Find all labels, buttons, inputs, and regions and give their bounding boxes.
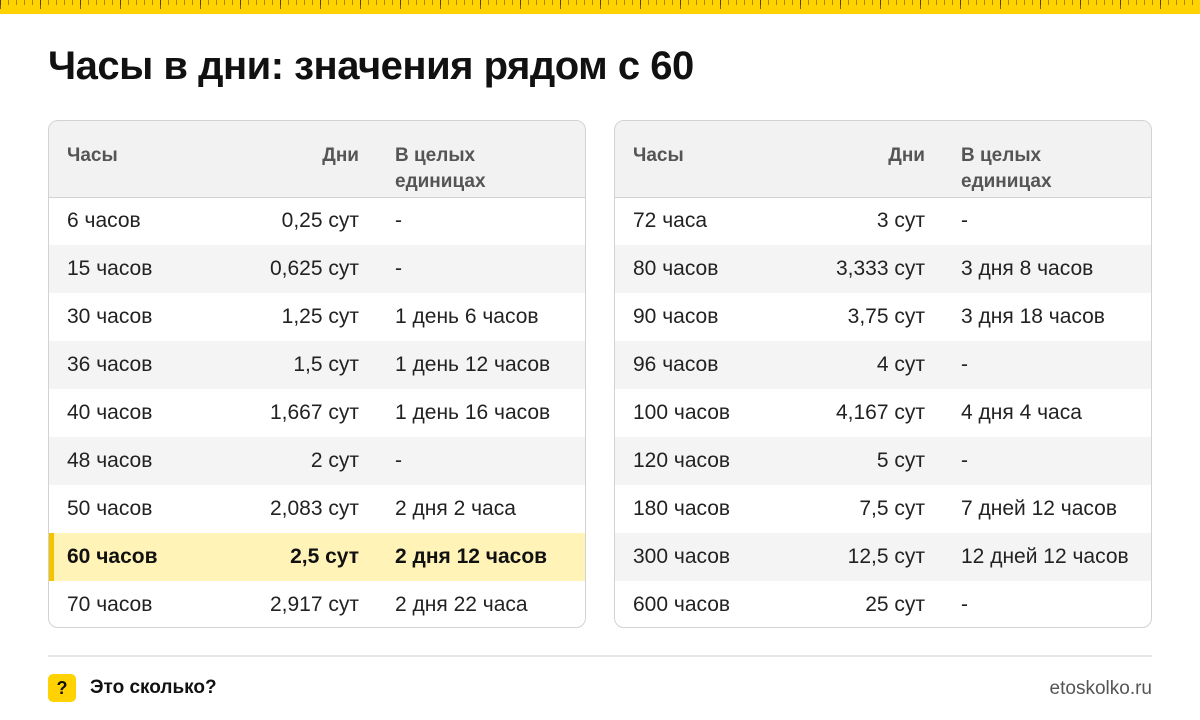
cell-hours: 60 часов [49, 533, 229, 581]
table-row: 100 часов 4,167 сут 4 дня 4 часа [615, 389, 1151, 437]
column-header-whole-units: В целых единицах [359, 121, 585, 198]
cell-hours: 72 часа [633, 209, 707, 233]
cell-days: 4 сут [876, 353, 925, 376]
cell-hours: 600 часов [633, 593, 731, 616]
cell-whole: 2 дня 2 часа [395, 497, 516, 520]
table-row: 70 часов 2,917 сут 2 дня 22 часа [49, 581, 585, 627]
cell-whole: - [395, 209, 402, 233]
cell-whole: 1 день 6 часов [395, 305, 539, 328]
table-row: 50 часов 2,083 сут 2 дня 2 часа [49, 485, 585, 533]
cell-days: 1,667 сут [269, 401, 359, 424]
cell-days: 1,25 сут [281, 305, 359, 328]
column-header-whole-line1: В целых [395, 145, 476, 166]
cell-days: 2,917 сут [269, 593, 359, 616]
cell-whole: 3 дня 8 часов [961, 257, 1094, 280]
table-row: 36 часов 1,5 сут 1 день 12 часов [49, 341, 585, 389]
column-header-days: Дни [229, 121, 359, 198]
cell-hours: 90 часов [633, 305, 719, 328]
cell-hours: 15 часов [67, 257, 153, 280]
cell-whole: - [961, 209, 968, 233]
site-url: etoskolko.ru [1049, 678, 1152, 699]
question-mark-icon: ? [48, 674, 76, 702]
table-row: 30 часов 1,25 сут 1 день 6 часов [49, 293, 585, 341]
cell-whole: 4 дня 4 часа [961, 401, 1082, 424]
page-title: Часы в дни: значения рядом с 60 [48, 44, 694, 88]
table-row: 600 часов 25 сут - [615, 581, 1151, 627]
column-header-hours: Часы [615, 121, 795, 198]
column-header-whole-line2: единицах [395, 171, 486, 192]
cell-hours: 50 часов [67, 497, 153, 520]
cell-hours: 48 часов [67, 449, 153, 472]
column-header-days: Дни [795, 121, 925, 198]
footer-divider [48, 655, 1152, 657]
cell-hours: 300 часов [633, 545, 731, 568]
table-row-highlighted: 60 часов 2,5 сут 2 дня 12 часов [49, 533, 585, 581]
cell-whole: 1 день 16 часов [395, 401, 551, 424]
cell-whole: 3 дня 18 часов [961, 305, 1105, 328]
table-row: 180 часов 7,5 сут 7 дней 12 часов [615, 485, 1151, 533]
column-header-whole-line1: В целых [961, 145, 1042, 166]
table-row: 72 часа 3 сут - [615, 197, 1151, 245]
table-row: 48 часов 2 сут - [49, 437, 585, 485]
cell-days: 2,083 сут [269, 497, 359, 520]
ruler-strip [0, 0, 1200, 14]
cell-whole: 1 день 12 часов [395, 353, 551, 376]
cell-days: 0,25 сут [281, 209, 359, 233]
cell-whole: - [961, 593, 968, 616]
column-header-whole-units: В целых единицах [925, 121, 1151, 198]
table-row: 120 часов 5 сут - [615, 437, 1151, 485]
cell-days: 25 сут [865, 593, 925, 616]
cell-whole: 7 дней 12 часов [961, 497, 1117, 520]
cell-hours: 30 часов [67, 305, 153, 328]
cell-days: 12,5 сут [847, 545, 925, 568]
cell-days: 4,167 сут [835, 401, 925, 424]
cell-hours: 180 часов [633, 497, 731, 520]
conversion-table-left: Часы Дни В целых единицах 6 часов 0,25 сут… [49, 121, 585, 627]
table-header-row: Часы Дни В целых единицах [49, 121, 585, 198]
table-row: 90 часов 3,75 сут 3 дня 18 часов [615, 293, 1151, 341]
cell-days: 2,5 сут [290, 545, 359, 568]
cell-hours: 120 часов [633, 449, 731, 472]
table-row: 96 часов 4 сут - [615, 341, 1151, 389]
column-header-whole-line2: единицах [961, 171, 1052, 192]
table-header-row: Часы Дни В целых единицах [615, 121, 1151, 198]
cell-hours: 80 часов [633, 257, 719, 280]
cell-hours: 70 часов [67, 593, 153, 616]
cell-days: 7,5 сут [859, 497, 925, 520]
cell-days: 3,333 сут [835, 257, 925, 280]
table-right: Часы Дни В целых единицах 72 часа 3 сут - 8… [614, 120, 1152, 628]
cell-hours: 36 часов [67, 353, 153, 376]
cell-whole: - [961, 353, 968, 376]
cell-days: 3,75 сут [847, 305, 925, 328]
cell-days: 5 сут [876, 449, 925, 472]
cell-hours: 96 часов [633, 353, 719, 376]
table-row: 80 часов 3,333 сут 3 дня 8 часов [615, 245, 1151, 293]
cell-whole: 2 дня 12 часов [395, 545, 548, 568]
brand: ? Это сколько? [48, 674, 217, 702]
table-row: 40 часов 1,667 сут 1 день 16 часов [49, 389, 585, 437]
cell-days: 1,5 сут [293, 353, 359, 376]
cell-hours: 100 часов [633, 401, 731, 424]
table-row: 6 часов 0,25 сут - [49, 197, 585, 245]
cell-whole: 2 дня 22 часа [395, 593, 528, 616]
table-row: 15 часов 0,625 сут - [49, 245, 585, 293]
conversion-table-right: Часы Дни В целых единицах 72 часа 3 сут - 8… [615, 121, 1151, 627]
cell-days: 2 сут [310, 449, 359, 472]
cell-days: 3 сут [876, 209, 925, 233]
cell-hours: 40 часов [67, 401, 153, 424]
cell-whole: - [961, 449, 968, 472]
table-row: 300 часов 12,5 сут 12 дней 12 часов [615, 533, 1151, 581]
column-header-hours: Часы [49, 121, 229, 198]
cell-whole: - [395, 449, 402, 472]
cell-whole: - [395, 257, 402, 280]
brand-name: Это сколько? [90, 677, 217, 698]
cell-days: 0,625 сут [269, 257, 359, 280]
cell-hours: 6 часов [67, 209, 141, 233]
cell-whole: 12 дней 12 часов [961, 545, 1129, 568]
table-left: Часы Дни В целых единицах 6 часов 0,25 сут… [48, 120, 586, 628]
